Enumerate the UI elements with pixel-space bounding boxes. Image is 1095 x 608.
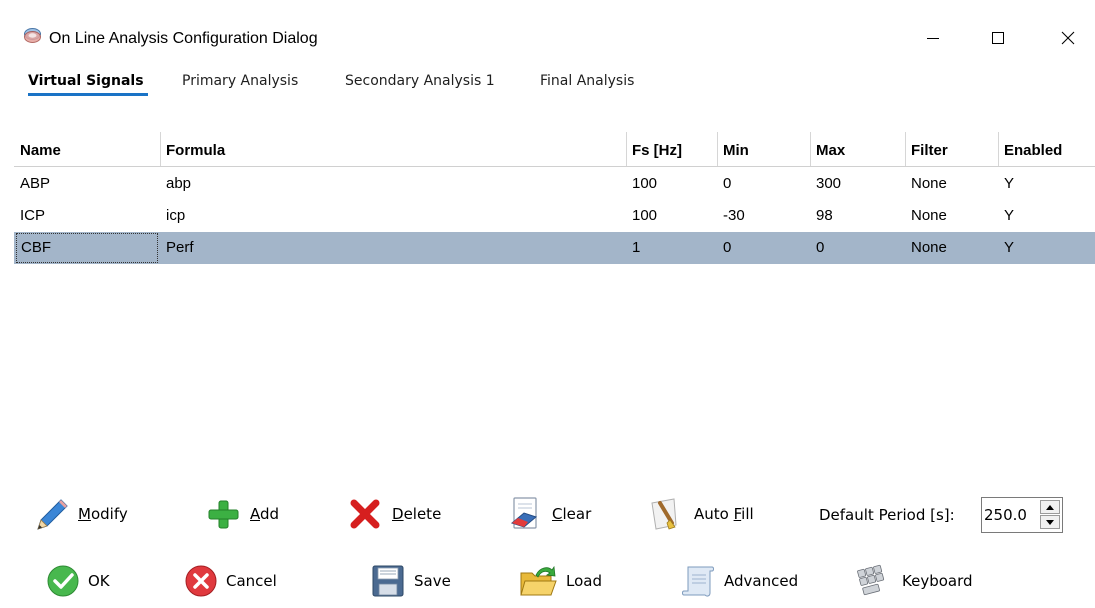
add-button[interactable]: Add xyxy=(204,494,279,534)
cell-max: 98 xyxy=(816,207,833,224)
spinner-down-button[interactable] xyxy=(1040,515,1060,529)
tab-final-analysis[interactable]: Final Analysis xyxy=(540,73,634,89)
brush-icon xyxy=(651,498,677,530)
minimize-icon xyxy=(927,38,939,39)
column-header-max[interactable]: Max xyxy=(810,132,845,167)
plus-icon xyxy=(208,500,239,529)
cancel-button[interactable]: Cancel xyxy=(184,561,277,601)
column-header-fs[interactable]: Fs [Hz] xyxy=(626,132,682,167)
cell-filter: None xyxy=(911,207,947,224)
cell-name: ABP xyxy=(20,175,51,192)
window-frame xyxy=(0,0,1095,12)
tab-primary-analysis[interactable]: Primary Analysis xyxy=(182,73,298,89)
load-button[interactable]: Load xyxy=(518,561,602,601)
maximize-icon xyxy=(992,32,1004,44)
column-header-formula[interactable]: Formula xyxy=(160,132,225,167)
close-icon xyxy=(1061,31,1075,45)
cell-max: 300 xyxy=(816,175,842,192)
save-label: Save xyxy=(414,572,451,590)
tab-virtual-signals[interactable]: Virtual Signals xyxy=(28,73,144,89)
save-button[interactable]: Save xyxy=(370,561,451,601)
column-header-filter[interactable]: Filter xyxy=(905,132,948,167)
modify-label: Modify xyxy=(78,505,128,523)
cell-max: 0 xyxy=(816,239,825,256)
folder-open-icon xyxy=(520,565,557,596)
clear-button[interactable]: Clear xyxy=(506,494,591,534)
default-period-label: Default Period [s]: xyxy=(819,506,955,524)
cell-name: ICP xyxy=(20,207,46,224)
auto-fill-label: Auto Fill xyxy=(694,505,754,523)
cell-formula: icp xyxy=(166,207,186,224)
keyboard-icon xyxy=(857,564,885,596)
cell-min: 0 xyxy=(723,175,732,192)
column-header-name[interactable]: Name xyxy=(14,132,61,167)
cell-fs: 1 xyxy=(632,239,641,256)
ok-button[interactable]: OK xyxy=(46,561,110,601)
tab-secondary-analysis-1[interactable]: Secondary Analysis 1 xyxy=(345,73,495,89)
table-row-selected[interactable]: CBF Perf 1 0 0 None Y xyxy=(14,232,1095,264)
default-period-spinner[interactable] xyxy=(981,497,1063,533)
app-icon xyxy=(24,28,41,43)
signals-table: Name Formula Fs [Hz] Min Max Filter Enab… xyxy=(14,132,1095,462)
ok-label: OK xyxy=(88,572,110,590)
cell-enabled: Y xyxy=(1004,175,1015,192)
green-check-icon xyxy=(47,565,79,597)
auto-fill-button[interactable]: Auto Fill xyxy=(648,494,754,534)
table-header: Name Formula Fs [Hz] Min Max Filter Enab… xyxy=(14,132,1095,167)
cell-min: 0 xyxy=(723,239,732,256)
delete-button[interactable]: Delete xyxy=(346,494,441,534)
keyboard-label: Keyboard xyxy=(902,572,973,590)
cell-formula: abp xyxy=(166,175,192,192)
eraser-icon xyxy=(510,497,538,529)
window-title: On Line Analysis Configuration Dialog xyxy=(49,30,318,47)
advanced-label: Advanced xyxy=(724,572,799,590)
scroll-icon xyxy=(682,566,714,597)
cell-filter: None xyxy=(911,175,947,192)
table-row[interactable]: ICP icp 100 -30 98 None Y xyxy=(14,200,1095,232)
pencil-icon xyxy=(37,499,68,530)
cell-fs: 100 xyxy=(632,175,658,192)
spinner-up-button[interactable] xyxy=(1040,500,1060,514)
cell-name: CBF xyxy=(15,232,159,264)
column-header-min[interactable]: Min xyxy=(717,132,749,167)
cancel-label: Cancel xyxy=(226,572,277,590)
floppy-icon xyxy=(372,565,404,597)
column-header-enabled[interactable]: Enabled xyxy=(998,132,1062,167)
cell-enabled: Y xyxy=(1004,207,1015,224)
keyboard-button[interactable]: Keyboard xyxy=(854,561,973,601)
modify-button[interactable]: Modify xyxy=(32,494,128,534)
minimize-button[interactable] xyxy=(910,22,956,54)
cell-enabled: Y xyxy=(1004,239,1015,256)
spinner-arrows xyxy=(1040,500,1060,530)
cell-min: -30 xyxy=(723,207,745,224)
red-x-icon xyxy=(350,499,380,529)
cell-filter: None xyxy=(911,239,947,256)
cell-formula: Perf xyxy=(166,239,194,256)
triangle-down-icon xyxy=(1046,519,1054,525)
advanced-button[interactable]: Advanced xyxy=(680,561,798,601)
active-tab-indicator xyxy=(28,93,148,96)
maximize-button[interactable] xyxy=(975,22,1021,54)
red-cancel-icon xyxy=(185,565,217,597)
triangle-up-icon xyxy=(1046,504,1054,510)
delete-label: Delete xyxy=(392,505,442,523)
close-button[interactable] xyxy=(1045,22,1091,54)
default-period-input[interactable] xyxy=(984,504,1038,526)
cell-fs: 100 xyxy=(632,207,658,224)
add-label: Add xyxy=(250,505,280,523)
clear-label: Clear xyxy=(552,505,592,523)
load-label: Load xyxy=(566,572,602,590)
table-row[interactable]: ABP abp 100 0 300 None Y xyxy=(14,168,1095,200)
